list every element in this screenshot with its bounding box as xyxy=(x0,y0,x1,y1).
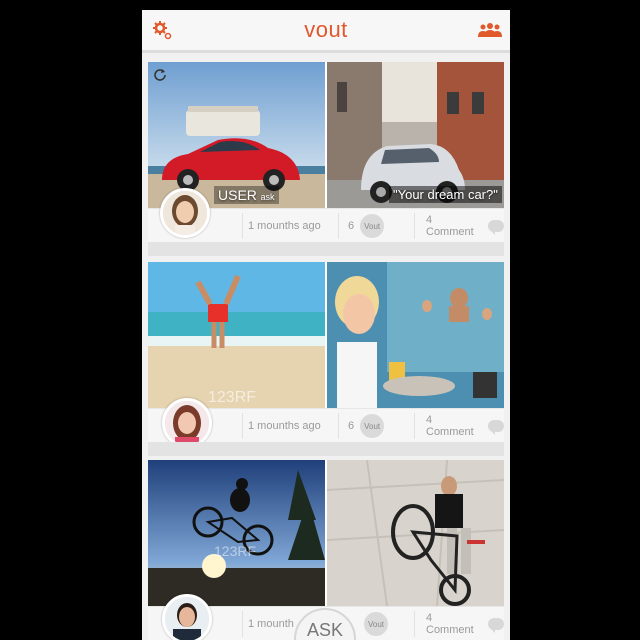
option-image-beach[interactable]: 123RF xyxy=(148,262,325,408)
option-image-pool[interactable] xyxy=(327,262,504,408)
vout-button[interactable]: Vout xyxy=(360,214,385,238)
app-screen: vout USER ask "Your dream car?" 1 mounth… xyxy=(142,10,510,640)
separator xyxy=(148,442,504,456)
comment-icon xyxy=(488,618,504,633)
comment-icon xyxy=(488,220,504,235)
group-icon[interactable] xyxy=(470,10,510,50)
option-image-red-car[interactable]: USER ask xyxy=(148,62,325,208)
vote-count: 6 xyxy=(348,220,355,232)
avatar[interactable] xyxy=(162,398,212,448)
vout-group: Vout xyxy=(358,607,388,640)
comment-count: 4 Comment xyxy=(426,612,474,636)
watermark: 123RF xyxy=(214,543,256,559)
comment-icon xyxy=(488,420,504,435)
avatar[interactable] xyxy=(162,594,212,640)
option-image-bmx-wall[interactable] xyxy=(327,460,504,606)
author-caption: USER ask xyxy=(214,186,279,204)
comment-count: 4 Comment xyxy=(426,414,474,438)
comment-count: 4 Comment xyxy=(426,214,474,238)
app-title: vout xyxy=(304,17,348,42)
author-action: ask xyxy=(260,192,275,202)
watermark: 123RF xyxy=(208,389,256,406)
separator xyxy=(148,242,504,256)
vout-button[interactable]: Vout xyxy=(364,612,388,636)
comment-group[interactable]: 4 Comment xyxy=(426,409,504,443)
top-bar: vout xyxy=(142,10,510,53)
vote-count: 6 xyxy=(348,420,355,432)
post-time: 1 mounths ago xyxy=(248,220,321,232)
comment-group[interactable]: 4 Comment xyxy=(426,607,504,640)
question-caption: "Your dream car?" xyxy=(389,186,502,203)
avatar[interactable] xyxy=(160,188,210,238)
refresh-icon[interactable] xyxy=(153,67,167,86)
post-card[interactable]: USER ask "Your dream car?" 1 mounths ago… xyxy=(148,62,504,243)
option-image-bmx-sunset[interactable]: 123RF xyxy=(148,460,325,606)
vout-group: 6 Vout xyxy=(348,209,385,243)
author-name: USER xyxy=(218,187,257,203)
comment-group[interactable]: 4 Comment xyxy=(426,209,504,243)
option-image-silver-car[interactable]: "Your dream car?" xyxy=(327,62,504,208)
post-card[interactable]: 123RF 1 mounths ago 6 Vout 4 Comment xyxy=(148,262,504,448)
post-time: 1 mounths ago xyxy=(248,420,321,432)
vout-group: 6 Vout xyxy=(348,409,385,443)
gear-icon[interactable] xyxy=(142,10,182,50)
post-time: 1 mounth xyxy=(248,618,294,630)
vout-button[interactable]: Vout xyxy=(360,414,385,438)
